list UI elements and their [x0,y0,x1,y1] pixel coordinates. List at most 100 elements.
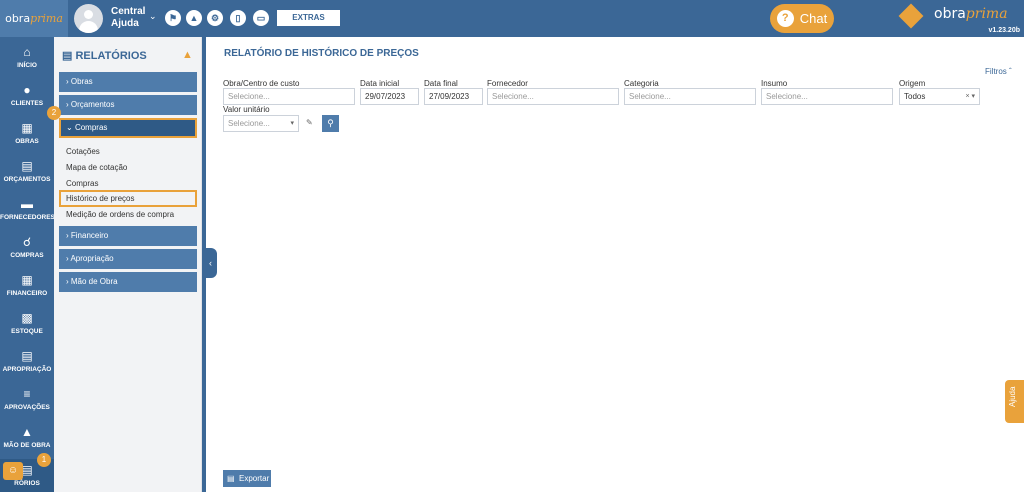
user-avatar[interactable] [74,4,103,33]
group-apropriacao[interactable]: › Apropriação [59,249,197,269]
nav-label: FINANCEIRO [6,290,48,297]
label-data-final: Data final [424,79,458,88]
brand-logo: obraprima v1.23.20b [898,3,1022,37]
origem-select[interactable]: Todos × ▾ [899,88,980,105]
chevron-down-icon[interactable]: ⌄ [149,11,157,22]
nav-item-apropriacao[interactable]: ▤ APROPRIAÇÃO [0,345,54,381]
nav-label: APROVAÇÕES [4,404,50,411]
group-financeiro[interactable]: › Financeiro [59,226,197,246]
group-label: Mão de Obra [70,277,118,286]
group-mao-de-obra[interactable]: › Mão de Obra [59,272,197,292]
nav-label: OBRAS [15,138,39,145]
file-check-icon: ▤ [21,349,33,363]
label-origem: Origem [899,79,926,88]
nav-item-fornecedores[interactable]: ▬ FORNECEDORES [0,193,55,229]
link-compras[interactable]: Compras [66,178,98,189]
cart-icon: ☌ [22,235,32,249]
nav-item-clientes[interactable]: ● CLIENTES [0,79,54,115]
link-mapa-de-cotacao[interactable]: Mapa de cotação [66,162,127,173]
user-name[interactable]: Central Ajuda [111,6,153,30]
nav-item-obras[interactable]: ▦ OBRAS [0,117,54,153]
obra-select[interactable]: Selecione... [223,88,355,105]
brand-text-right: prima [965,6,1008,22]
eraser-icon[interactable]: ✎ [306,118,313,127]
nav-label: COMPRAS [10,252,44,259]
chat-button[interactable]: ? Chat [770,4,834,33]
chat-widget-button[interactable]: ☺ [3,462,23,480]
logo-text-right: prima [30,12,63,25]
gear-icon[interactable]: ⚙ [207,10,223,26]
group-label: Orçamentos [70,100,115,109]
step-badge-2: 2 [47,106,61,120]
nav-label: RÓRIOS [14,480,40,487]
clear-chevron-icon[interactable]: × ▾ [965,89,975,104]
phone-icon[interactable]: ▯ [230,10,246,26]
file-icon: ▤ [227,474,235,483]
logo-text-left: obra [5,12,31,25]
sidebar-title-text: RELATÓRIOS [75,50,147,62]
group-compras[interactable]: ⌄ Compras [59,118,197,138]
cube-icon [898,3,924,29]
group-label: Obras [70,77,93,86]
calculator-icon: ▦ [21,273,33,287]
data-inicial-input[interactable]: 29/07/2023 [360,88,419,105]
categoria-select[interactable]: Selecione... [624,88,756,105]
graduation-cap-icon[interactable]: ▲ [186,10,202,26]
filters-toggle[interactable]: Filtros ˆ [985,67,1012,76]
nav-label: APROPRIAÇÃO [2,366,52,373]
extras-button[interactable]: EXTRAS [277,10,340,26]
nav-item-orcamentos[interactable]: ▤ ORÇAMENTOS [0,155,54,191]
valor-unitario-select[interactable]: Selecione... ▾ [223,115,299,132]
main-nav: ⌂ INÍCIO ● CLIENTES ▦ OBRAS ▤ ORÇAMENTOS ▬ FO… [0,37,55,492]
chat-label: Chat [799,11,828,26]
app-version: v1.23.20b [988,27,1020,34]
nav-label: MÃO DE OBRA [3,442,51,449]
data-final-input[interactable]: 27/09/2023 [424,88,483,105]
group-label: Compras [74,123,108,132]
brand-text-left: obra [934,6,966,22]
nav-item-aprovacoes[interactable]: ≡ APROVAÇÕES [0,383,54,419]
chevron-up-icon: ˆ [1009,67,1012,76]
nav-item-inicio[interactable]: ⌂ INÍCIO [0,41,54,77]
group-label: Apropriação [70,254,114,263]
graduation-cap-icon[interactable]: ▲ [182,49,193,61]
nav-item-financeiro[interactable]: ▦ FINANCEIRO [0,269,54,305]
nav-item-mao-de-obra[interactable]: ▲ MÃO DE OBRA [0,421,54,457]
label-insumo: Insumo [761,79,788,88]
link-medicao-ordens-compra[interactable]: Medição de ordens de compra [66,209,174,220]
nav-item-compras[interactable]: ☌ COMPRAS [0,231,54,267]
building-icon: ▦ [21,121,33,135]
truck-icon: ▬ [21,197,33,211]
link-historico-de-precos[interactable]: Histórico de preços [59,190,197,207]
reports-sidebar: ▤ RELATÓRIOS ▲ › Obras › Orçamentos ⌄ Co… [54,37,202,492]
sidebar-title: ▤ RELATÓRIOS [62,50,147,62]
label-obra: Obra/Centro de custo [223,79,300,88]
user-icon: ● [23,83,31,97]
nav-label: ORÇAMENTOS [3,176,51,183]
nav-label: ESTOQUE [11,328,43,335]
insumo-select[interactable]: Selecione... [761,88,893,105]
app-logo[interactable]: obraprima [0,0,68,37]
step-badge-1: 1 [37,453,51,467]
page-title: RELATÓRIO DE HISTÓRICO DE PREÇOS [224,48,419,59]
group-orcamentos[interactable]: › Orçamentos [59,95,197,115]
valor-unitario-placeholder: Selecione... [228,119,270,128]
label-fornecedor: Fornecedor [487,79,528,88]
fornecedor-select[interactable]: Selecione... [487,88,619,105]
help-tab[interactable]: Ajuda [1005,380,1024,423]
export-label: Exportar [239,474,270,483]
boxes-icon: ▩ [21,311,33,325]
export-button[interactable]: ▤ Exportar [223,470,271,487]
nav-label: CLIENTES [10,100,44,107]
monitor-icon[interactable]: ▭ [253,10,269,26]
label-valor-unitario: Valor unitário [223,105,270,114]
top-bar: obraprima Central Ajuda ⌄ ⚑ ▲ ⚙ ▯ ▭ EXTR… [0,0,1024,37]
filters-label: Filtros [985,67,1007,76]
group-obras[interactable]: › Obras [59,72,197,92]
collapse-sidebar-button[interactable]: ‹ [204,248,217,278]
origem-value: Todos [904,92,926,101]
link-cotacoes[interactable]: Cotações [66,146,100,157]
flag-icon[interactable]: ⚑ [165,10,181,26]
search-button[interactable]: ⚲ [322,115,339,132]
nav-item-estoque[interactable]: ▩ ESTOQUE [0,307,54,343]
